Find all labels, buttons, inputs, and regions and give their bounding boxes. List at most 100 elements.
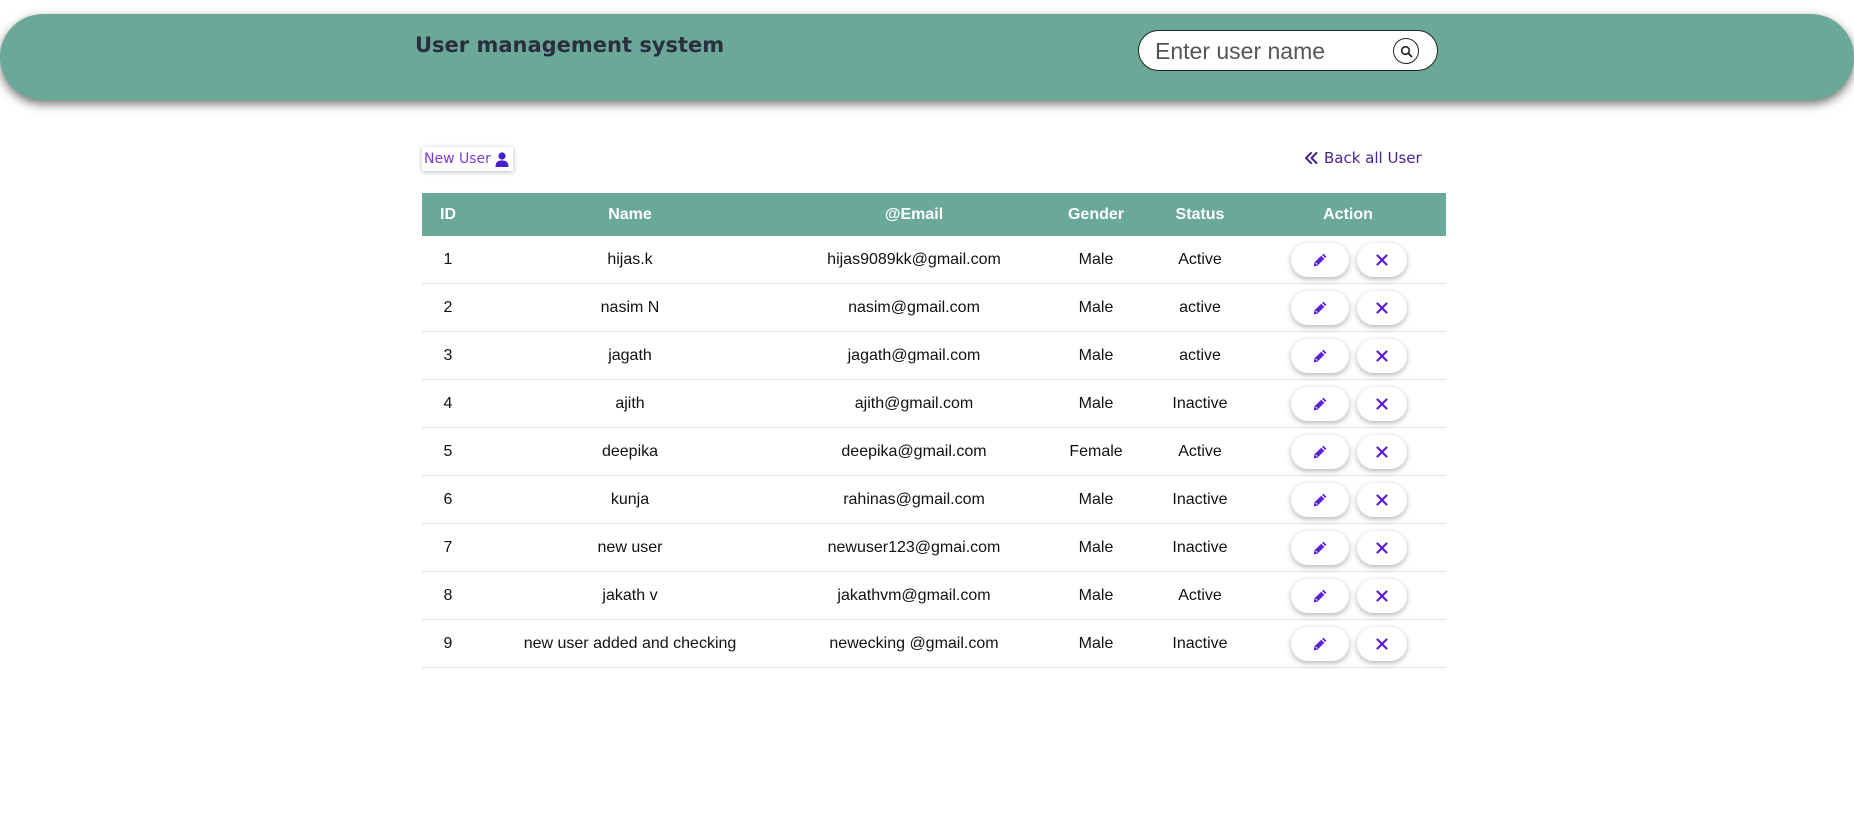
table-row: 4 ajith ajith@gmail.com Male Inactive	[422, 379, 1446, 428]
cell-email: newuser123@gmai.com	[786, 523, 1042, 572]
row-actions	[1252, 578, 1446, 613]
cell-gender: Male	[1042, 331, 1150, 380]
cell-gender: Male	[1042, 475, 1150, 524]
cell-name: new user	[474, 523, 786, 572]
cell-id: 9	[422, 619, 474, 668]
new-user-label: New User	[424, 151, 491, 167]
pencil-icon	[1313, 349, 1327, 362]
close-icon	[1376, 541, 1388, 554]
pencil-icon	[1313, 445, 1327, 458]
edit-button[interactable]	[1291, 626, 1349, 661]
pencil-icon	[1313, 493, 1327, 506]
delete-button[interactable]	[1357, 242, 1407, 277]
cell-actions	[1250, 283, 1446, 332]
close-icon	[1376, 301, 1388, 314]
pencil-icon	[1313, 589, 1327, 602]
new-user-button[interactable]: New User	[422, 147, 513, 171]
pencil-icon	[1313, 253, 1327, 266]
cell-gender: Male	[1042, 523, 1150, 572]
pencil-icon	[1313, 397, 1327, 410]
edit-button[interactable]	[1291, 338, 1349, 373]
edit-button[interactable]	[1291, 242, 1349, 277]
edit-button[interactable]	[1291, 386, 1349, 421]
delete-button[interactable]	[1357, 530, 1407, 565]
edit-button[interactable]	[1291, 578, 1349, 613]
close-icon	[1376, 349, 1388, 362]
cell-actions	[1250, 523, 1446, 572]
cell-id: 2	[422, 283, 474, 332]
search-button[interactable]	[1393, 38, 1419, 64]
delete-button[interactable]	[1357, 482, 1407, 517]
cell-name: nasim N	[474, 283, 786, 332]
cell-actions	[1250, 379, 1446, 428]
cell-status: Inactive	[1150, 379, 1250, 428]
cell-status: Active	[1150, 427, 1250, 476]
row-actions	[1252, 434, 1446, 469]
row-actions	[1252, 482, 1446, 517]
row-actions	[1252, 290, 1446, 325]
table-header-row: ID Name @Email Gender Status Action	[422, 193, 1446, 236]
cell-name: jagath	[474, 331, 786, 380]
back-all-user-link[interactable]: Back all User	[1304, 149, 1422, 167]
row-actions	[1252, 386, 1446, 421]
cell-status: Inactive	[1150, 619, 1250, 668]
cell-actions	[1250, 571, 1446, 620]
column-header-id: ID	[422, 193, 474, 236]
search-box	[1138, 30, 1438, 71]
double-chevron-left-icon	[1305, 152, 1318, 164]
row-actions	[1252, 338, 1446, 373]
row-actions	[1252, 530, 1446, 565]
cell-email: rahinas@gmail.com	[786, 475, 1042, 524]
edit-button[interactable]	[1291, 434, 1349, 469]
table-row: 7 new user newuser123@gmai.com Male Inactive	[422, 523, 1446, 572]
delete-button[interactable]	[1357, 434, 1407, 469]
cell-email: hijas9089kk@gmail.com	[786, 236, 1042, 284]
cell-actions	[1250, 427, 1446, 476]
cell-email: newecking @gmail.com	[786, 619, 1042, 668]
cell-gender: Male	[1042, 619, 1150, 668]
cell-name: hijas.k	[474, 236, 786, 284]
cell-status: active	[1150, 331, 1250, 380]
cell-gender: Female	[1042, 427, 1150, 476]
delete-button[interactable]	[1357, 338, 1407, 373]
cell-id: 1	[422, 236, 474, 284]
close-icon	[1376, 397, 1388, 410]
cell-gender: Male	[1042, 571, 1150, 620]
cell-name: jakath v	[474, 571, 786, 620]
cell-actions	[1250, 236, 1446, 284]
cell-gender: Male	[1042, 283, 1150, 332]
edit-button[interactable]	[1291, 290, 1349, 325]
cell-name: ajith	[474, 379, 786, 428]
cell-name: new user added and checking	[474, 619, 786, 668]
cell-id: 4	[422, 379, 474, 428]
row-actions	[1252, 242, 1446, 277]
cell-id: 3	[422, 331, 474, 380]
cell-name: kunja	[474, 475, 786, 524]
close-icon	[1376, 493, 1388, 506]
edit-button[interactable]	[1291, 482, 1349, 517]
table-body: 1 hijas.k hijas9089kk@gmail.com Male Active 2…	[422, 236, 1446, 668]
edit-button[interactable]	[1291, 530, 1349, 565]
cell-status: Inactive	[1150, 475, 1250, 524]
row-actions	[1252, 626, 1446, 661]
delete-button[interactable]	[1357, 578, 1407, 613]
top-header-bar	[0, 14, 1854, 100]
table-row: 3 jagath jagath@gmail.com Male active	[422, 331, 1446, 380]
cell-email: ajith@gmail.com	[786, 379, 1042, 428]
app-title: User management system	[415, 33, 725, 57]
cell-status: active	[1150, 283, 1250, 332]
column-header-name: Name	[474, 193, 786, 236]
search-input[interactable]	[1153, 35, 1387, 67]
close-icon	[1376, 589, 1388, 602]
cell-id: 5	[422, 427, 474, 476]
close-icon	[1376, 253, 1388, 266]
cell-email: jakathvm@gmail.com	[786, 571, 1042, 620]
delete-button[interactable]	[1357, 626, 1407, 661]
delete-button[interactable]	[1357, 290, 1407, 325]
cell-status: Active	[1150, 571, 1250, 620]
user-icon	[495, 151, 509, 167]
cell-email: jagath@gmail.com	[786, 331, 1042, 380]
delete-button[interactable]	[1357, 386, 1407, 421]
column-header-action: Action	[1250, 193, 1446, 236]
table-row: 6 kunja rahinas@gmail.com Male Inactive	[422, 475, 1446, 524]
